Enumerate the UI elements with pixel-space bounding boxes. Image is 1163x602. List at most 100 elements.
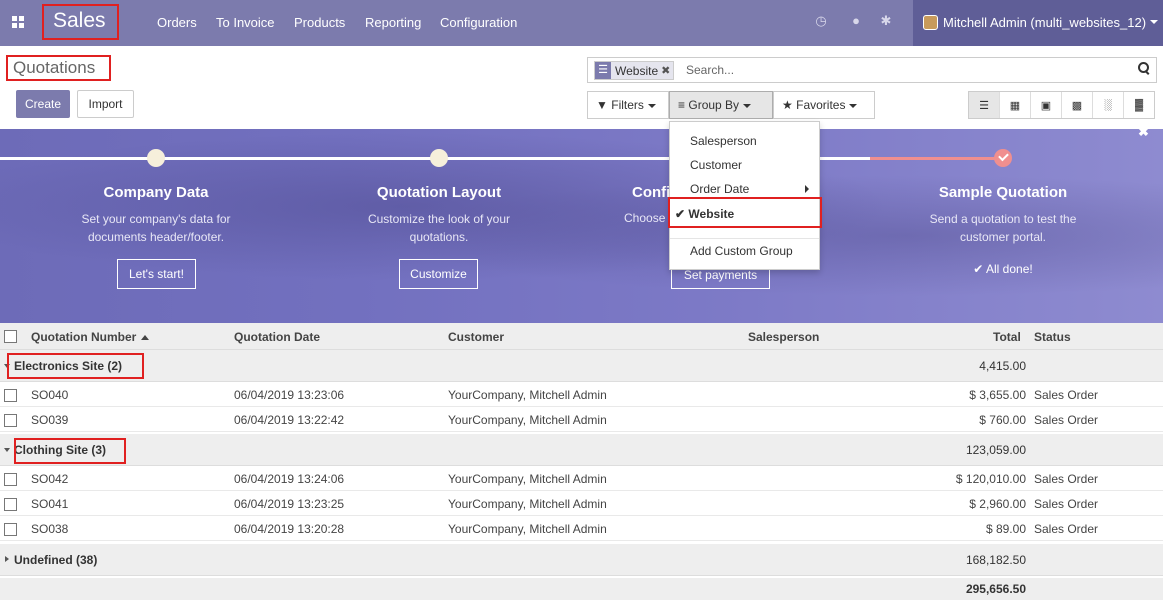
groupby-customer[interactable]: Customer: [690, 158, 742, 172]
step-check-icon: [994, 149, 1012, 167]
row-checkbox[interactable]: [4, 523, 17, 536]
table-row[interactable]: SO041 06/04/2019 13:23:25 YourCompany, M…: [0, 492, 1163, 516]
group-row-electronics[interactable]: Electronics Site (2) 4,415.00: [0, 350, 1163, 382]
caret-down-icon: [647, 103, 656, 108]
cell-total: $ 89.00: [985, 522, 1026, 536]
check-icon: ✔: [973, 262, 984, 276]
step-desc: Set your company's data for: [81, 212, 231, 226]
view-switcher: ☰ ▦ ▣ ▩ ░ ▓: [968, 91, 1155, 119]
menu-to-invoice[interactable]: To Invoice: [216, 15, 275, 30]
kanban-view-icon[interactable]: ▦: [1000, 92, 1031, 118]
step-desc: Choose: [624, 211, 666, 225]
cell-date: 06/04/2019 13:23:06: [234, 388, 345, 402]
col-customer[interactable]: Customer: [448, 330, 504, 344]
cell-customer: YourCompany, Mitchell Admin: [448, 388, 607, 402]
menu-configuration[interactable]: Configuration: [440, 15, 517, 30]
all-done-status: ✔ All done!: [863, 262, 1143, 276]
group-by-label: Group By: [688, 98, 740, 112]
step-title: Quotation Layout: [376, 184, 502, 201]
menu-orders[interactable]: Orders: [157, 15, 197, 30]
col-salesperson[interactable]: Salesperson: [748, 330, 819, 344]
favorites-label: Favorites: [796, 98, 846, 112]
col-quotation-date[interactable]: Quotation Date: [234, 330, 320, 344]
apps-grid-icon[interactable]: [12, 16, 24, 28]
facet-remove-icon[interactable]: ✖: [661, 64, 673, 77]
create-button[interactable]: Create: [16, 90, 70, 118]
table-row[interactable]: SO042 06/04/2019 13:24:06 YourCompany, M…: [0, 467, 1163, 491]
step-title: Company Data: [103, 184, 209, 201]
table-row[interactable]: SO040 06/04/2019 13:23:06 YourCompany, M…: [0, 383, 1163, 407]
group-by-dropdown: Salesperson Customer Order Date ✔ Websit…: [668, 121, 822, 270]
search-icon[interactable]: [1138, 62, 1150, 74]
filters-label: Filters: [611, 98, 644, 112]
caret-down-icon: [743, 103, 752, 108]
calendar-view-icon[interactable]: ▣: [1031, 92, 1062, 118]
step-dot: [147, 149, 165, 167]
cell-total: $ 3,655.00: [969, 388, 1026, 402]
highlight-box: [14, 438, 126, 464]
user-menu[interactable]: Mitchell Admin (multi_websites_12): [913, 0, 1163, 46]
step-desc: Customize the look of your: [367, 212, 511, 226]
menu-products[interactable]: Products: [294, 15, 345, 30]
col-total[interactable]: Total: [993, 330, 1021, 344]
cell-status: Sales Order: [1034, 388, 1099, 402]
group-total: 168,182.50: [965, 553, 1026, 567]
caret-right-icon: [5, 556, 9, 562]
row-checkbox[interactable]: [4, 473, 17, 486]
groupby-order-date[interactable]: Order Date: [690, 182, 749, 196]
highlight-box: [668, 197, 822, 228]
step-sample-quotation: Sample Quotation Send a quotation to tes…: [863, 184, 1143, 246]
filters-button[interactable]: ▼ Filters: [587, 91, 669, 119]
user-name: Mitchell Admin (multi_websites_12): [943, 15, 1147, 30]
row-checkbox[interactable]: [4, 498, 17, 511]
search-bar[interactable]: ☰ Website ✖ Search...: [587, 57, 1157, 83]
cell-date: 06/04/2019 13:23:25: [234, 497, 345, 511]
step-title: Sample Quotation: [938, 184, 1068, 201]
group-row-undefined[interactable]: Undefined (38) 168,182.50: [0, 544, 1163, 576]
table-row[interactable]: SO038 06/04/2019 13:20:28 YourCompany, M…: [0, 517, 1163, 541]
search-input[interactable]: Search...: [686, 63, 734, 77]
cell-date: 06/04/2019 13:22:42: [234, 413, 345, 427]
row-checkbox[interactable]: [4, 389, 17, 402]
debug-bug-icon[interactable]: ✱: [879, 14, 893, 28]
step-company-data: Company Data Set your company's data for…: [16, 184, 296, 246]
col-status[interactable]: Status: [1034, 330, 1071, 344]
groupby-salesperson[interactable]: Salesperson: [690, 134, 757, 148]
table-row[interactable]: SO039 06/04/2019 13:22:42 YourCompany, M…: [0, 408, 1163, 432]
group-row-clothing[interactable]: Clothing Site (3) 123,059.00: [0, 434, 1163, 466]
activity-view-icon[interactable]: ▓: [1124, 92, 1154, 118]
chat-bubbles-icon[interactable]: ●: [849, 14, 863, 28]
col-quotation-number[interactable]: Quotation Number: [31, 330, 150, 344]
user-avatar: [923, 15, 938, 30]
graph-view-icon[interactable]: ░: [1093, 92, 1124, 118]
favorites-button[interactable]: ★ Favorites: [773, 91, 875, 119]
cell-total: $ 2,960.00: [969, 497, 1026, 511]
group-by-button[interactable]: ≡ Group By: [669, 91, 773, 119]
activity-clock-icon[interactable]: ◷: [814, 14, 828, 28]
import-button[interactable]: Import: [77, 90, 134, 118]
add-custom-group[interactable]: Add Custom Group: [690, 244, 793, 258]
close-icon[interactable]: ✖: [1138, 124, 1149, 140]
top-navbar: Sales Orders To Invoice Products Reporti…: [0, 0, 1163, 46]
cell-customer: YourCompany, Mitchell Admin: [448, 522, 607, 536]
step-desc: documents header/footer.: [87, 230, 225, 244]
search-facet[interactable]: ☰ Website ✖: [594, 61, 675, 80]
app-brand[interactable]: Sales: [42, 4, 119, 40]
step-desc: quotations.: [409, 230, 469, 244]
caret-down-icon: [1150, 20, 1158, 24]
customize-button[interactable]: Customize: [399, 259, 478, 289]
cell-number: SO041: [31, 497, 69, 511]
lets-start-button[interactable]: Let's start!: [117, 259, 196, 289]
cell-number: SO042: [31, 472, 69, 486]
menu-reporting[interactable]: Reporting: [365, 15, 421, 30]
cell-status: Sales Order: [1034, 522, 1099, 536]
list-view-icon[interactable]: ☰: [969, 92, 1000, 118]
select-all-checkbox[interactable]: [4, 330, 17, 343]
star-icon: ★: [782, 98, 793, 112]
caret-down-icon: [849, 103, 858, 108]
step-title: Confi: [632, 184, 671, 201]
highlight-box: [7, 353, 144, 379]
pivot-view-icon[interactable]: ▩: [1062, 92, 1093, 118]
row-checkbox[interactable]: [4, 414, 17, 427]
group-total: 123,059.00: [965, 443, 1026, 457]
